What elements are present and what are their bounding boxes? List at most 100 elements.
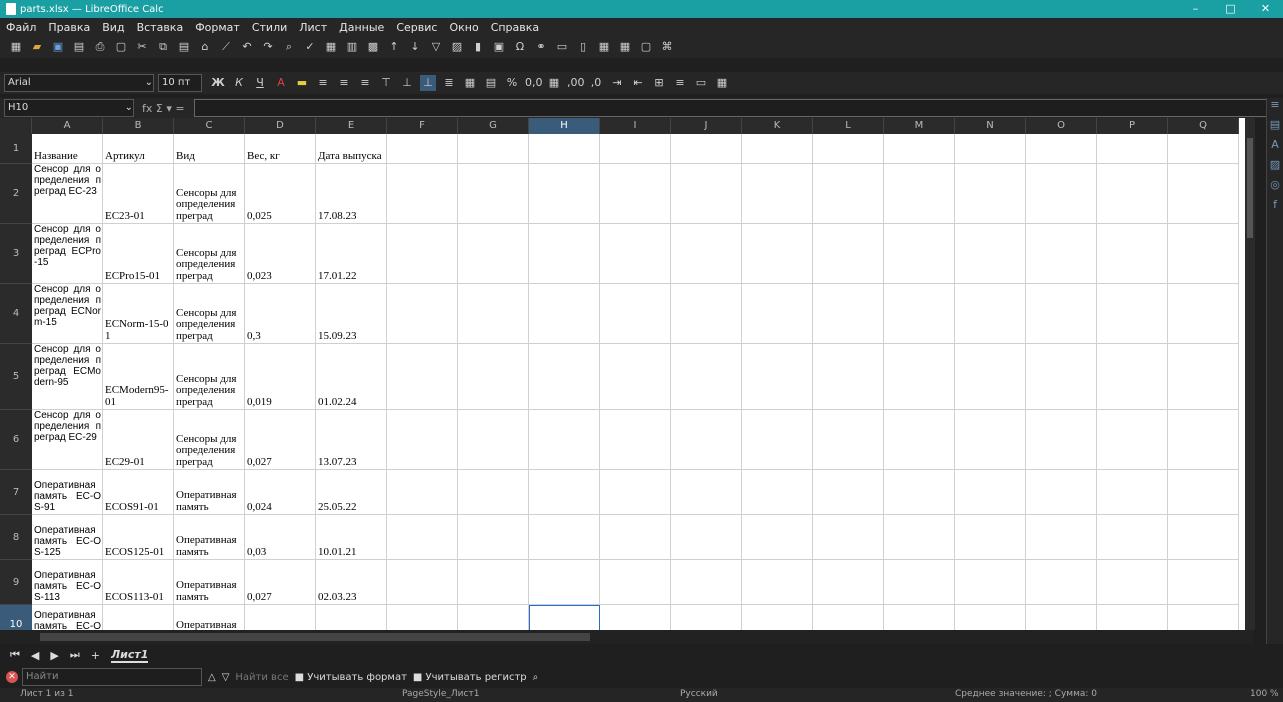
column-header-p[interactable]: P: [1097, 118, 1168, 134]
cell-l1[interactable]: [813, 134, 884, 164]
properties-icon[interactable]: ▤: [1267, 118, 1283, 138]
close-button[interactable]: ✕: [1248, 0, 1283, 18]
cell-m1[interactable]: [884, 134, 955, 164]
cell-j10[interactable]: [671, 605, 742, 630]
column-header-q[interactable]: Q: [1168, 118, 1239, 134]
column-header-o[interactable]: O: [1026, 118, 1097, 134]
cell-i3[interactable]: [600, 224, 671, 284]
cell-p3[interactable]: [1097, 224, 1168, 284]
cell-j5[interactable]: [671, 344, 742, 410]
horizontal-scrollbar[interactable]: [0, 630, 1254, 644]
select-all-corner[interactable]: [0, 118, 32, 134]
spelling-icon[interactable]: ✓: [302, 39, 318, 55]
cell-n2[interactable]: [955, 164, 1026, 224]
cell-l3[interactable]: [813, 224, 884, 284]
maximize-button[interactable]: □: [1213, 0, 1248, 18]
cell-b4[interactable]: ECNorm-15-01: [103, 284, 174, 344]
define-print-area-icon[interactable]: ▦: [596, 39, 612, 55]
column-header-l[interactable]: L: [813, 118, 884, 134]
cell-a2[interactable]: Сенсор для определения преград EC-23: [32, 164, 103, 224]
column-header-m[interactable]: M: [884, 118, 955, 134]
cell-o10[interactable]: [1026, 605, 1097, 630]
cell-g6[interactable]: [458, 410, 529, 470]
new-doc-icon[interactable]: ▦: [8, 39, 24, 55]
cell-k4[interactable]: [742, 284, 813, 344]
cell-e5[interactable]: 01.02.24: [316, 344, 387, 410]
find-up-icon[interactable]: △: [208, 672, 216, 683]
name-box[interactable]: H10 ⌄: [4, 99, 134, 117]
date-format-icon[interactable]: ▦: [546, 75, 562, 91]
cell-j7[interactable]: [671, 470, 742, 515]
column-header-c[interactable]: C: [174, 118, 245, 134]
cell-b7[interactable]: ECOS91-01: [103, 470, 174, 515]
menu-sheet[interactable]: Лист: [299, 21, 327, 34]
cell-a3[interactable]: Сенсор для определения преград ECPro-15: [32, 224, 103, 284]
row-icon[interactable]: ▦: [323, 39, 339, 55]
cell-c2[interactable]: Сенсоры для определения преград: [174, 164, 245, 224]
cell-o2[interactable]: [1026, 164, 1097, 224]
cell-f9[interactable]: [387, 560, 458, 605]
cell-i1[interactable]: [600, 134, 671, 164]
cell-f3[interactable]: [387, 224, 458, 284]
open-folder-icon[interactable]: ▰: [29, 39, 45, 55]
cell-n10[interactable]: [955, 605, 1026, 630]
cell-q1[interactable]: [1168, 134, 1239, 164]
cell-a1[interactable]: Название: [32, 134, 103, 164]
cell-p9[interactable]: [1097, 560, 1168, 605]
cell-a7[interactable]: Оперативная память EC-OS-91: [32, 470, 103, 515]
add-decimal-icon[interactable]: ,00: [567, 75, 585, 91]
conditional-format-icon[interactable]: ▦: [714, 75, 730, 91]
cell-k7[interactable]: [742, 470, 813, 515]
cell-m6[interactable]: [884, 410, 955, 470]
cell-n1[interactable]: [955, 134, 1026, 164]
cell-q7[interactable]: [1168, 470, 1239, 515]
menu-help[interactable]: Справка: [491, 21, 539, 34]
cell-n3[interactable]: [955, 224, 1026, 284]
cell-d2[interactable]: 0,025: [245, 164, 316, 224]
align-bottom-icon[interactable]: ⊥: [420, 75, 436, 91]
cell-n6[interactable]: [955, 410, 1026, 470]
cell-f8[interactable]: [387, 515, 458, 560]
cell-b3[interactable]: ECPro15-01: [103, 224, 174, 284]
cell-d5[interactable]: 0,019: [245, 344, 316, 410]
cell-f10[interactable]: [387, 605, 458, 630]
header-footer-icon[interactable]: ▯: [575, 39, 591, 55]
cell-o1[interactable]: [1026, 134, 1097, 164]
freeze-icon[interactable]: ▩: [365, 39, 381, 55]
cell-p2[interactable]: [1097, 164, 1168, 224]
align-right-icon[interactable]: ≡: [357, 75, 373, 91]
cell-n5[interactable]: [955, 344, 1026, 410]
menu-edit[interactable]: Правка: [48, 21, 90, 34]
menu-data[interactable]: Данные: [339, 21, 384, 34]
menu-insert[interactable]: Вставка: [137, 21, 184, 34]
cell-e8[interactable]: 10.01.21: [316, 515, 387, 560]
cell-j2[interactable]: [671, 164, 742, 224]
column-header-f[interactable]: F: [387, 118, 458, 134]
row-header-2[interactable]: 2: [0, 164, 32, 224]
cut-icon[interactable]: ✂: [134, 39, 150, 55]
undo-icon[interactable]: ↶: [239, 39, 255, 55]
function-wizard-icon[interactable]: fx Σ ▾ =: [142, 102, 194, 115]
cell-e9[interactable]: 02.03.23: [316, 560, 387, 605]
row-header-7[interactable]: 7: [0, 470, 32, 515]
cell-h9[interactable]: [529, 560, 600, 605]
cell-n4[interactable]: [955, 284, 1026, 344]
split-window-icon[interactable]: ▢: [638, 39, 654, 55]
draw-icon[interactable]: ⌘: [659, 39, 675, 55]
cell-c8[interactable]: Оперативная память: [174, 515, 245, 560]
cell-b2[interactable]: EC23-01: [103, 164, 174, 224]
column-header-d[interactable]: D: [245, 118, 316, 134]
column-header-a[interactable]: A: [32, 118, 103, 134]
sort-desc-icon[interactable]: ↓: [407, 39, 423, 55]
cell-f6[interactable]: [387, 410, 458, 470]
cell-o9[interactable]: [1026, 560, 1097, 605]
cell-k3[interactable]: [742, 224, 813, 284]
cell-e1[interactable]: Дата выпуска: [316, 134, 387, 164]
find-replace-icon[interactable]: ⌕: [533, 672, 539, 683]
cell-i7[interactable]: [600, 470, 671, 515]
menu-tools[interactable]: Сервис: [396, 21, 437, 34]
cell-g2[interactable]: [458, 164, 529, 224]
hyperlink-icon[interactable]: ⚭: [533, 39, 549, 55]
cell-a10[interactable]: Оперативная память EC-OS-99: [32, 605, 103, 630]
menu-window[interactable]: Окно: [449, 21, 478, 34]
